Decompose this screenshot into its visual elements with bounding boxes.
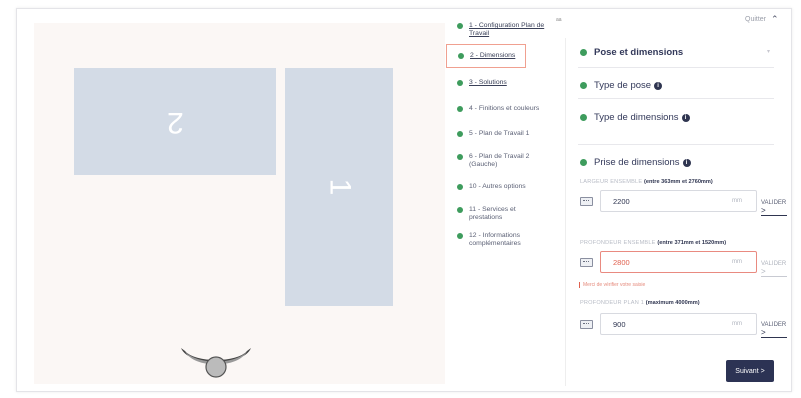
divider xyxy=(578,67,774,68)
largeur-input[interactable]: 2200 mm xyxy=(600,190,757,212)
valider-largeur-button[interactable]: VALIDER > xyxy=(761,200,787,216)
check-icon xyxy=(457,80,463,86)
worktop-piece-1[interactable]: 1 xyxy=(285,68,393,306)
field-label-profondeur: PROFONDEUR ENSEMBLE (entre 371mm et 1520… xyxy=(580,240,727,246)
step-1[interactable]: 1 - Configuration Plan de Travail xyxy=(446,22,549,39)
section-type-pose[interactable]: Type de pose i xyxy=(580,80,663,91)
keyboard-icon xyxy=(580,196,593,206)
section-type-dimensions[interactable]: Type de dimensions i xyxy=(580,112,690,123)
chevron-down-icon[interactable]: ▾ xyxy=(767,48,770,55)
check-icon xyxy=(457,23,463,29)
piece-number: 1 xyxy=(323,178,356,196)
check-icon xyxy=(458,53,464,59)
quit-label: Quitter xyxy=(745,16,767,23)
steps-nav: 1 - Configuration Plan de Travail 2 - Di… xyxy=(446,16,564,256)
field-label-profondeur-plan: PROFONDEUR PLAN 1 (maximum 4000mm) xyxy=(580,300,700,306)
check-icon xyxy=(580,114,587,121)
step-10[interactable]: 10 - Autres options xyxy=(446,183,526,191)
divider xyxy=(578,98,774,99)
valider-profondeur-button[interactable]: VALIDER > xyxy=(761,261,787,277)
section-prise-dimensions[interactable]: Prise de dimensions i xyxy=(580,157,691,168)
piece-number: 2 xyxy=(166,105,184,139)
next-button[interactable]: Suivant > xyxy=(726,360,774,382)
valider-plan-button[interactable]: VALIDER > xyxy=(761,322,787,338)
step-11[interactable]: 11 - Services et prestations xyxy=(446,206,531,223)
info-icon[interactable]: i xyxy=(654,81,663,90)
office-chair-icon xyxy=(181,348,251,378)
step-6[interactable]: 6 - Plan de Travail 2 (Gauche) xyxy=(446,153,541,170)
dimensions-panel: Pose et dimensions ▾ Type de pose i Type … xyxy=(566,38,792,388)
check-icon xyxy=(457,184,463,190)
step-5[interactable]: 5 - Plan de Travail 1 xyxy=(446,130,529,138)
error-message: Merci de vérifier votre saisie xyxy=(579,282,645,288)
step-4[interactable]: 4 - Finitions et couleurs xyxy=(446,105,539,113)
field-row-largeur: 2200 mm xyxy=(580,190,757,212)
check-icon xyxy=(580,82,587,89)
field-row-profondeur-plan: 900 mm xyxy=(580,313,757,335)
check-icon xyxy=(457,131,463,137)
info-icon[interactable]: i xyxy=(682,158,691,167)
profondeur-input[interactable]: 2800 mm xyxy=(600,251,757,273)
step-2[interactable]: 2 - Dimensions xyxy=(446,44,526,68)
field-row-profondeur: 2800 mm xyxy=(580,251,757,273)
divider xyxy=(578,144,774,145)
info-icon[interactable]: i xyxy=(681,113,690,122)
keyboard-icon xyxy=(580,257,593,267)
section-pose-dimensions[interactable]: Pose et dimensions xyxy=(580,47,683,58)
worktop-canvas: 2 1 xyxy=(34,23,445,384)
check-icon xyxy=(580,159,587,166)
check-icon xyxy=(457,154,463,160)
keyboard-icon xyxy=(580,319,593,329)
field-label-largeur: LARGEUR ENSEMBLE (entre 363mm et 2760mm) xyxy=(580,179,713,185)
worktop-piece-2[interactable]: 2 xyxy=(74,68,276,175)
chevron-up-icon: ⌃ xyxy=(771,14,779,24)
quit-button[interactable]: Quitter ⌃ xyxy=(745,14,779,25)
check-icon xyxy=(457,106,463,112)
check-icon xyxy=(580,49,587,56)
check-icon xyxy=(457,207,463,213)
step-12[interactable]: 12 - Informations complémentaires xyxy=(446,232,541,249)
profondeur-plan-input[interactable]: 900 mm xyxy=(600,313,757,335)
check-icon xyxy=(457,233,463,239)
step-3[interactable]: 3 - Solutions xyxy=(446,79,507,87)
